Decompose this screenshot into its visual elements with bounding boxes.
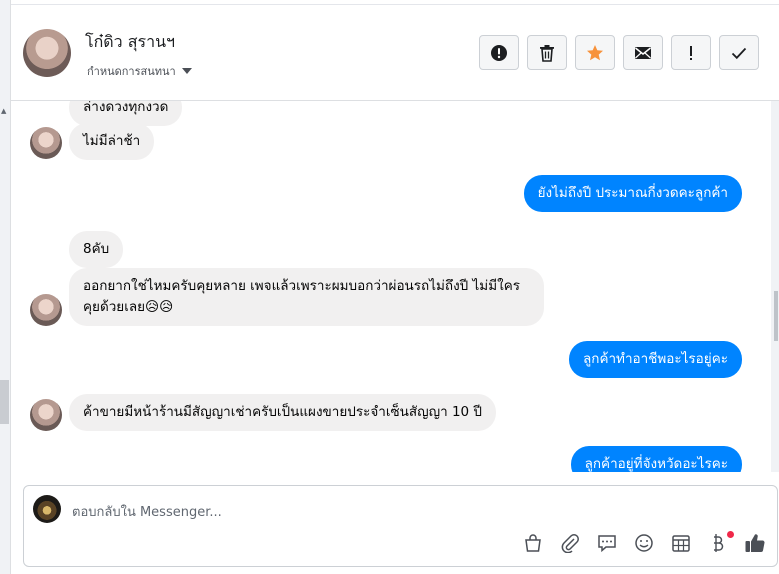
- contact-avatar-small: [30, 399, 62, 431]
- contact-name[interactable]: โก๋ดิว สุรานฯ: [85, 30, 175, 55]
- alert-circle-icon: [491, 44, 507, 61]
- scroll-up-arrow-icon[interactable]: ▲: [1, 107, 6, 115]
- star-icon: [587, 44, 603, 60]
- contact-avatar[interactable]: [23, 29, 71, 77]
- incoming-message: ไม่มีล่าช้า: [69, 123, 155, 160]
- incoming-message: ค้าขายมีหน้าร้านมีสัญญาเช่าครับเป็นแผงขา…: [69, 394, 496, 431]
- left-scrollbar[interactable]: ▲: [0, 0, 11, 574]
- star-button[interactable]: [575, 35, 615, 70]
- incoming-message: ออกยากใช่ไหมครับคุยหลาย เพจแล้วเพราะผมบอ…: [69, 268, 544, 326]
- exclamation-icon: [690, 45, 692, 60]
- bag-icon[interactable]: [521, 531, 545, 555]
- checkmark-icon: [731, 47, 747, 59]
- baht-icon[interactable]: [706, 531, 734, 555]
- incoming-message: 8คับ: [69, 231, 124, 268]
- reply-composer[interactable]: ตอบกลับใน Messenger...: [23, 485, 778, 567]
- conversation-label-dropdown[interactable]: กำหนดการสนทนา: [87, 62, 192, 80]
- follow-up-button[interactable]: [671, 35, 711, 70]
- thread-scrollbar[interactable]: [771, 101, 779, 472]
- thumbs-up-icon[interactable]: [743, 531, 767, 555]
- message-thread[interactable]: ล่างดวงทุกงวด ไม่มีล่าช้า ยังไม่ถึงปี ปร…: [11, 101, 769, 472]
- notification-dot: [727, 531, 734, 538]
- emoji-icon[interactable]: [632, 531, 656, 555]
- mark-spam-button[interactable]: [479, 35, 519, 70]
- conversation-header: โก๋ดิว สุรานฯ กำหนดการสนทนา: [11, 5, 779, 101]
- attachment-icon[interactable]: [558, 531, 582, 555]
- reply-input[interactable]: ตอบกลับใน Messenger...: [72, 501, 222, 522]
- contact-avatar-small: [30, 127, 62, 159]
- page-avatar: [33, 495, 61, 523]
- envelope-icon: [635, 46, 651, 59]
- composer-toolbar: [521, 531, 767, 555]
- calendar-icon[interactable]: [669, 531, 693, 555]
- outgoing-message: ลูกค้าทำอาชีพอะไรอยู่คะ: [569, 341, 742, 378]
- conversation-label-text: กำหนดการสนทนา: [87, 65, 176, 78]
- delete-button[interactable]: [527, 35, 567, 70]
- left-scrollbar-thumb[interactable]: [0, 380, 9, 424]
- contact-avatar-small: [30, 294, 62, 326]
- outgoing-message: ยังไม่ถึงปี ประมาณกี่งวดคะลูกค้า: [523, 175, 742, 212]
- header-actions: [479, 35, 759, 70]
- saved-replies-icon[interactable]: [595, 531, 619, 555]
- thread-scrollbar-thumb[interactable]: [774, 291, 778, 341]
- mark-unread-button[interactable]: [623, 35, 663, 70]
- caret-down-icon: [181, 68, 192, 74]
- outgoing-message: ลูกค้าอยู่ที่จังหวัดอะไรคะ: [570, 446, 742, 472]
- trash-icon: [540, 44, 554, 62]
- inbox-conversation-window: ▲ โก๋ดิว สุรานฯ กำหนดการสนทนา ล่างดวงทุก…: [0, 0, 779, 574]
- mark-done-button[interactable]: [719, 35, 759, 70]
